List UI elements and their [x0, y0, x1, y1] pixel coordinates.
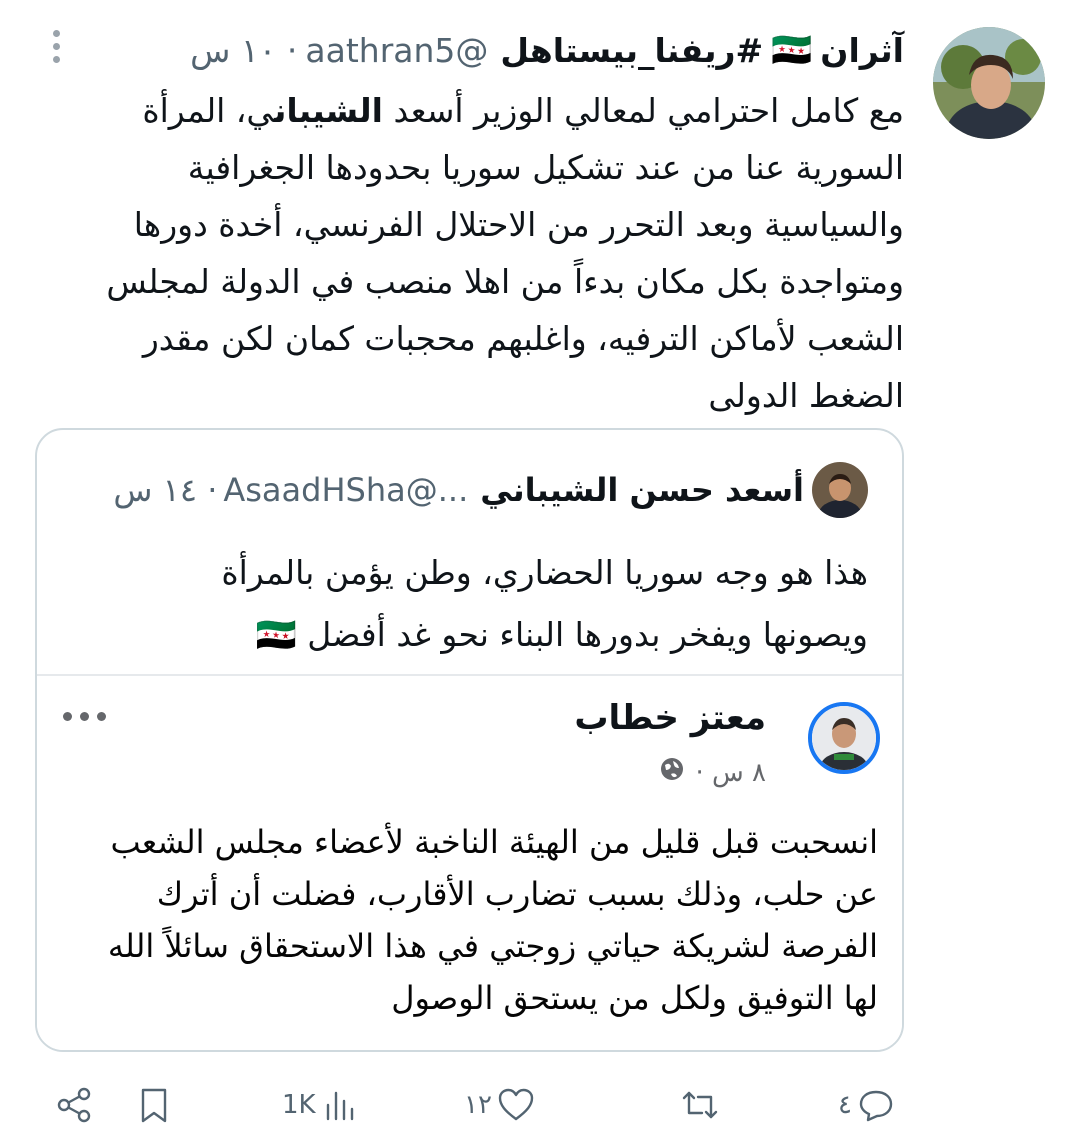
- share-icon: [57, 1087, 91, 1123]
- fb-author-avatar: [808, 702, 880, 774]
- bookmark-icon: [141, 1088, 167, 1123]
- bookmark-button[interactable]: [134, 1072, 174, 1138]
- tweet-header: آثران 🇸🇾 #ريفنا_بيستاهل @aathran5 · ١٠ س: [144, 28, 904, 72]
- retweet-button[interactable]: [676, 1072, 720, 1138]
- views-count: 1K: [282, 1090, 316, 1120]
- attached-image[interactable]: معتز خطاب ٨ س · انسحبت قبل قليل من الهيئ…: [37, 674, 902, 1050]
- tweet-time[interactable]: · ١٠ س: [190, 31, 297, 70]
- flag-icon: 🇸🇾: [771, 30, 813, 69]
- author-hashtag[interactable]: #ريفنا_بيستاهل: [500, 31, 763, 70]
- quoted-author-avatar: [812, 462, 868, 518]
- like-icon: [498, 1088, 534, 1121]
- reply-count: ٤: [838, 1090, 852, 1120]
- like-button[interactable]: ١٢: [464, 1072, 536, 1138]
- views-icon: [326, 1091, 353, 1121]
- views-button[interactable]: 1K: [282, 1072, 360, 1138]
- more-options-icon[interactable]: [46, 30, 66, 70]
- like-count: ١٢: [464, 1090, 492, 1120]
- author-handle[interactable]: @aathran5: [305, 31, 488, 70]
- tweet-text-part1: مع كامل احترامي لمعالي الوزير أسعد: [382, 91, 904, 130]
- tweet-text-part2: ي، المرأة السورية عنا من عند تشكيل سوريا…: [106, 91, 904, 415]
- quoted-text-line: هذا هو وجه سوريا الحضاري، وطن يؤمن بالمر…: [221, 553, 868, 592]
- reply-icon: [859, 1090, 893, 1122]
- fb-post-meta: ٨ س ·: [659, 756, 766, 789]
- author-name[interactable]: آثران: [820, 31, 904, 70]
- fb-post-text: انسحبت قبل قليل من الهيئة الناخبة لأعضاء…: [107, 823, 878, 1017]
- fb-more-icon: [63, 712, 106, 721]
- fb-post-time: ٨ س ·: [695, 757, 766, 788]
- quoted-tweet-card[interactable]: أسعد حسن الشيباني ...@AsaadHSha · ١٤ س ه…: [35, 428, 904, 1052]
- quoted-tweet-text: هذا هو وجه سوريا الحضاري، وطن يؤمن بالمر…: [88, 542, 868, 666]
- globe-icon: [659, 756, 685, 789]
- retweet-icon: [682, 1091, 718, 1119]
- author-avatar[interactable]: [933, 27, 1045, 139]
- reply-button[interactable]: ٤: [838, 1072, 896, 1138]
- share-button[interactable]: [54, 1072, 94, 1138]
- quoted-tweet-time: · ١٤ س: [113, 471, 218, 509]
- quoted-author-handle: ...@AsaadHSha: [223, 471, 469, 509]
- quoted-author-name: أسعد حسن الشيباني: [480, 471, 804, 509]
- tweet-text: مع كامل احترامي لمعالي الوزير أسعد الشيب…: [44, 82, 904, 424]
- fb-author-name: معتز خطاب: [574, 698, 766, 738]
- quoted-text-line: ويصونها ويفخر بدورها البناء نحو غد أفضل …: [255, 615, 868, 654]
- tweet-text-bold: الشيبان: [273, 91, 383, 130]
- tweet-action-bar: ٤ ١٢ 1K: [0, 1072, 1080, 1138]
- quoted-tweet-header: أسعد حسن الشيباني ...@AsaadHSha · ١٤ س: [64, 464, 804, 516]
